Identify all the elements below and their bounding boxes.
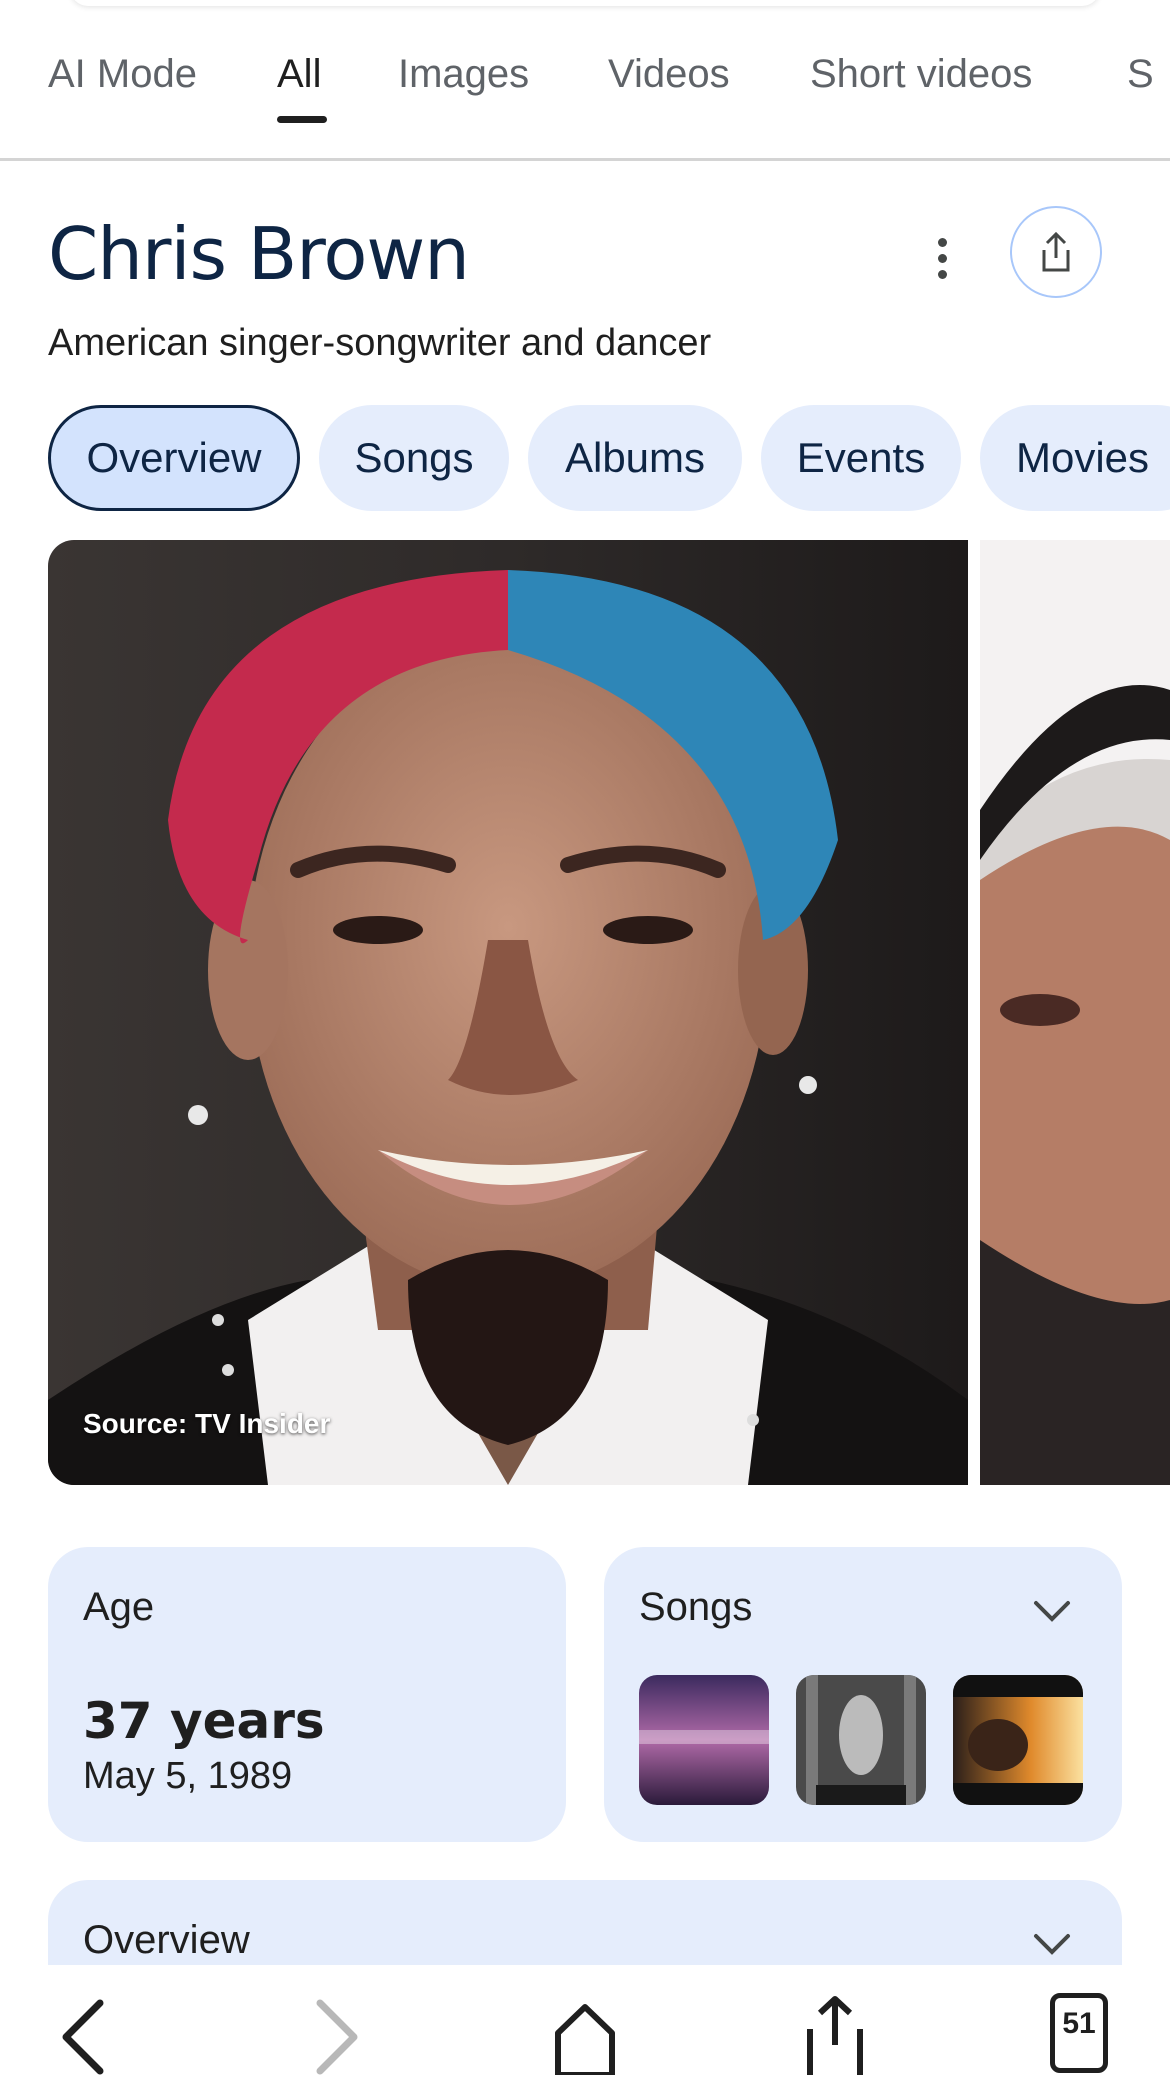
overview-card-label: Overview [83,1918,250,1962]
portrait-image [48,540,968,1485]
age-card[interactable]: Age 37 years May 5, 1989 [48,1547,566,1842]
entity-chips: Overview Songs Albums Events Movies [0,405,1170,513]
entity-title: Chris Brown [48,212,470,296]
entity-subtitle: American singer-songwriter and dancer [48,322,712,364]
chip-movies[interactable]: Movies [980,405,1170,511]
share-button[interactable] [1010,206,1102,298]
more-options-button[interactable] [920,228,964,288]
song-thumbnail-3[interactable] [953,1675,1083,1805]
tabs-button[interactable]: 51 [1050,1993,1114,2073]
share-icon [1042,231,1070,272]
tab-all[interactable]: All [277,52,321,97]
tab-videos[interactable]: Videos [608,52,730,97]
secondary-portrait-image [980,540,1170,1485]
song-thumbnail-2[interactable] [796,1675,926,1805]
chip-events[interactable]: Events [761,405,961,511]
chevron-down-icon[interactable] [1032,1599,1072,1623]
songs-card-label: Songs [639,1585,753,1629]
search-tabs: AI Mode All Images Videos Short videos S [0,0,1170,161]
tab-images[interactable]: Images [398,52,529,97]
active-tab-indicator [277,116,327,123]
tab-short-videos[interactable]: Short videos [810,52,1032,97]
age-card-label: Age [83,1585,155,1629]
entity-main-photo[interactable]: Source: TV Insider [48,540,968,1485]
home-icon[interactable] [550,1995,620,2075]
chip-overview[interactable]: Overview [48,405,300,511]
share-icon[interactable] [800,1995,870,2075]
age-value: 37 years [83,1692,325,1750]
tab-ai-mode[interactable]: AI Mode [48,52,197,97]
chip-songs[interactable]: Songs [319,405,509,511]
tabs-count: 51 [1062,2007,1096,2040]
chevron-down-icon[interactable] [1032,1932,1072,1956]
songs-card[interactable]: Songs [604,1547,1122,1842]
photo-source-label: Source: TV Insider [83,1408,331,1439]
forward-icon[interactable] [300,1995,370,2075]
back-icon[interactable] [52,1995,122,2075]
entity-secondary-photo[interactable] [980,540,1170,1485]
birth-date: May 5, 1989 [83,1755,293,1797]
song-thumbnail-1[interactable] [639,1675,769,1805]
browser-navbar: 51 [0,1965,1170,2080]
chip-albums[interactable]: Albums [528,405,742,511]
tab-more[interactable]: S [1127,52,1154,97]
more-vert-icon [937,237,947,247]
